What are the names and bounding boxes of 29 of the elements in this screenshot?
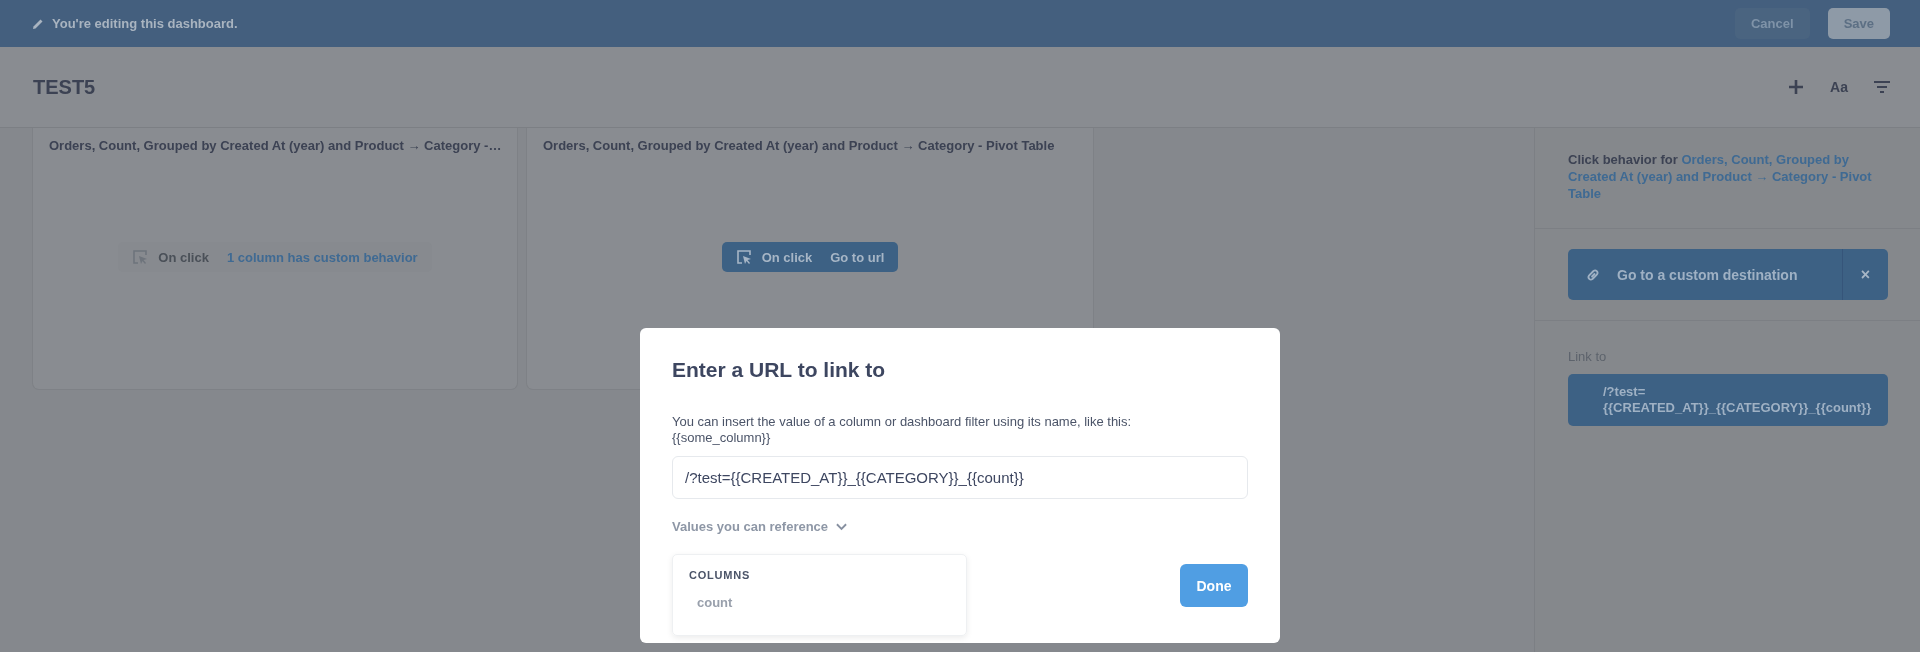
remove-button[interactable]: × — [1843, 249, 1888, 300]
on-click-label: On click — [158, 249, 209, 265]
destination-button[interactable]: Go to a custom destination × — [1568, 249, 1888, 300]
done-button[interactable]: Done — [1180, 564, 1248, 607]
chevron-icon — [836, 522, 848, 531]
column-option[interactable]: count — [689, 595, 950, 610]
card-title: Orders, Count, Grouped by Created At (year) and Product → Category -… — [49, 138, 501, 153]
add-icon[interactable] — [1788, 79, 1805, 95]
dialog-title: Enter a URL to link to — [672, 358, 887, 382]
on-click-button[interactable]: On click Go to url — [721, 242, 899, 272]
click-behavior-label: 1 column has custom behavior — [226, 249, 418, 265]
pencil-icon — [32, 17, 44, 30]
values-toggle[interactable]: Values you can reference — [672, 519, 848, 534]
cursor-icon — [735, 249, 752, 265]
click-behavior-label: Go to url — [830, 249, 885, 265]
link-value-line: /?test= — [1603, 384, 1647, 400]
filter-icon[interactable] — [1874, 80, 1890, 94]
text-tool[interactable]: Aa — [1830, 79, 1848, 95]
card-title: Orders, Count, Grouped by Created At (year) and Product → Category - Pivot Table — [543, 138, 1056, 153]
editing-message: You're editing this dashboard. — [52, 16, 238, 31]
cursor-icon — [132, 249, 149, 265]
dialog-description: You can insert the value of a column or dashboard filter using its name, like this: {{some_column}} — [672, 414, 1133, 446]
link-value-line: {{CREATED_AT}}_{{CATEGORY}}_{{count}} — [1603, 400, 1872, 416]
section-heading: COLUMNS — [689, 569, 752, 581]
on-click-label: On click — [761, 249, 813, 265]
dashboard-title: TEST5 — [33, 75, 96, 99]
sidebar-heading: Click behavior for Orders, Count, Grouped by Created At (year) and Product → Category - Pivot Table — [1568, 151, 1873, 203]
link-value-button[interactable]: /?test= {{CREATED_AT}}_{{CATEGORY}}_{{count}} — [1568, 374, 1888, 426]
url-input-field[interactable]: /?test={{CREATED_AT}}_{{CATEGORY}}_{{count}} — [672, 456, 1248, 499]
